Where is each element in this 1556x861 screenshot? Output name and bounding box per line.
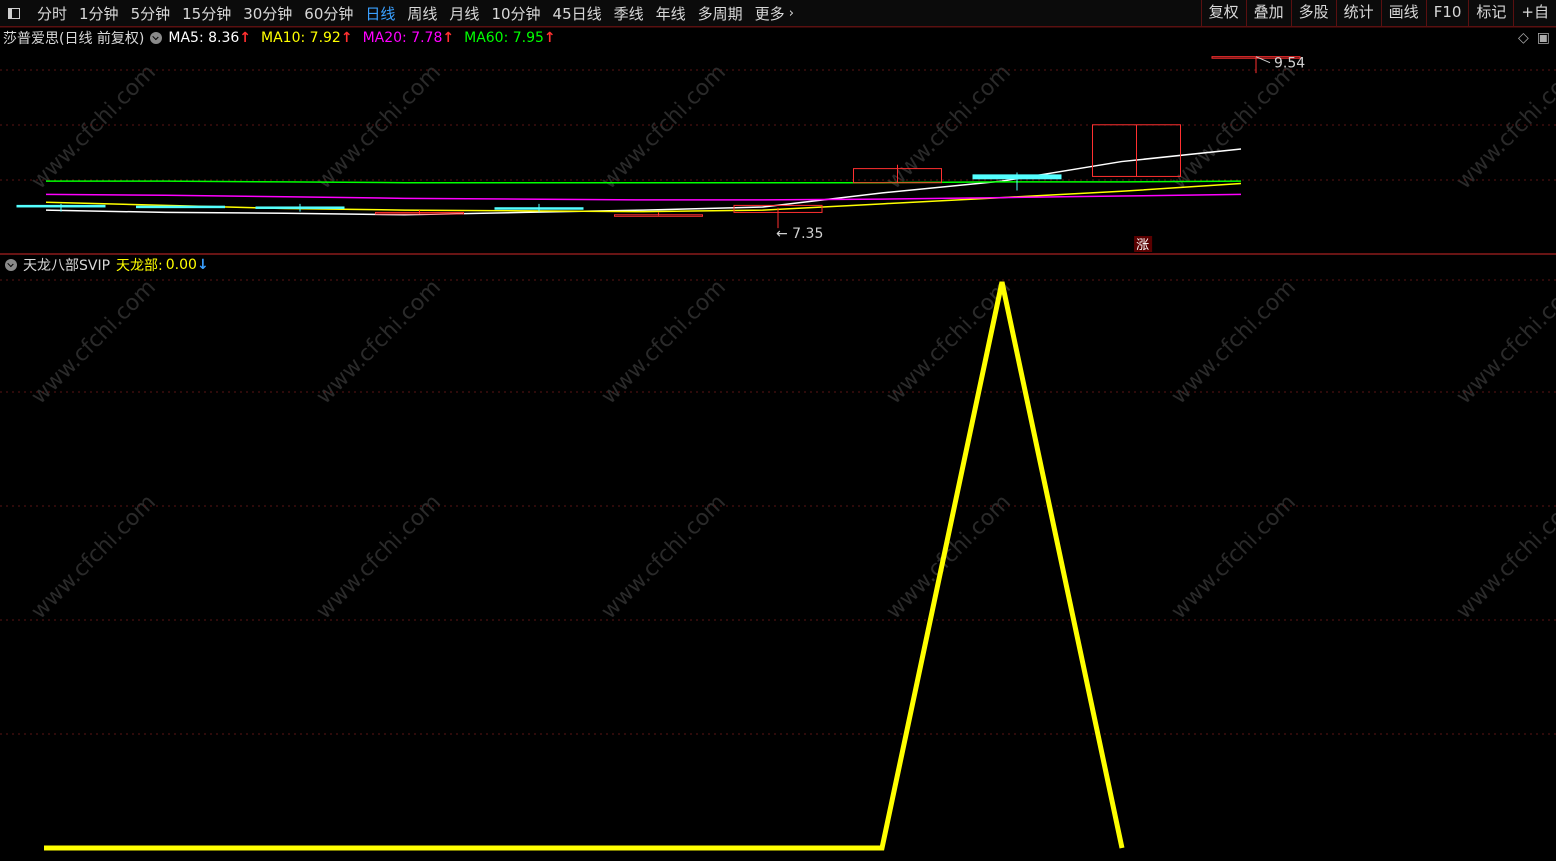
watermark-text: www.cfchi.com	[1167, 275, 1301, 409]
watermark-text: www.cfchi.com	[312, 60, 446, 194]
watermark-text: www.cfchi.com	[27, 490, 161, 624]
watermark-text: www.cfchi.com	[597, 275, 731, 409]
down-arrow-icon: ↓	[196, 257, 209, 273]
watermark-text: www.cfchi.com	[1452, 60, 1556, 194]
chart-canvas: www.cfchi.com www.cfchi.com www.cfchi.com w…	[0, 26, 1556, 851]
watermark-text: www.cfchi.com	[882, 490, 1016, 624]
watermark-text: www.cfchi.com	[597, 60, 731, 194]
low-label: ← 7.35	[776, 226, 823, 242]
ma-line-MA10	[45, 182, 1242, 213]
watermark-text: www.cfchi.com	[1452, 275, 1556, 409]
watermark-text: www.cfchi.com	[1167, 490, 1301, 624]
watermark-text: www.cfchi.com	[312, 490, 446, 624]
indicator-line-value: 0.00	[165, 257, 197, 273]
indicator-line	[44, 281, 1125, 851]
limit-tag: 涨	[1136, 238, 1149, 253]
candle-body	[494, 207, 584, 210]
indicator-chart	[44, 281, 1125, 851]
watermark-text: www.cfchi.com	[312, 275, 446, 409]
high-pointer	[1255, 56, 1271, 64]
ma-line-MA60	[46, 180, 1242, 184]
candle-body	[255, 206, 345, 209]
watermark-text: www.cfchi.com	[27, 275, 161, 409]
grid-lines	[0, 26, 1556, 735]
price-chart: 9.54 ← 7.35 涨	[16, 56, 1305, 253]
watermark-layer: www.cfchi.com www.cfchi.com www.cfchi.com w…	[27, 60, 1556, 624]
ma-line-MA20	[45, 193, 1242, 201]
candle-body	[136, 205, 225, 209]
watermark-text: www.cfchi.com	[27, 60, 161, 194]
indicator-line-label: 天龙部:	[116, 258, 163, 274]
indicator-legend: 天龙八部SVIP 天龙部: 0.00 ↓	[3, 255, 209, 275]
high-label: 9.54	[1274, 56, 1305, 72]
candle-body	[16, 204, 106, 208]
watermark-text: www.cfchi.com	[597, 490, 731, 624]
watermark-text: www.cfchi.com	[1452, 490, 1556, 624]
watermark-text: www.cfchi.com	[882, 275, 1016, 409]
indicator-name[interactable]: 天龙八部SVIP	[23, 255, 110, 275]
candle-body	[972, 174, 1062, 180]
indicator-collapse-icon[interactable]	[5, 259, 17, 271]
watermark-text: www.cfchi.com	[882, 60, 1016, 194]
watermark-text: www.cfchi.com	[1167, 60, 1301, 194]
